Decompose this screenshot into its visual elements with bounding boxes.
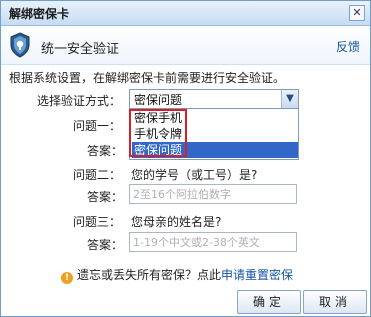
answer3-field[interactable]: [129, 232, 297, 252]
header-band: 统一安全验证 反馈: [1, 26, 370, 65]
answer2-label: 答案：: [87, 190, 124, 204]
dialog-window: 解绑密保卡 ✕ 统一安全验证 反馈 根据系统设置，在解绑密保卡前需要进行安全验证…: [0, 0, 371, 317]
header-title: 统一安全验证: [41, 42, 120, 57]
method-select[interactable]: 密保问题 ▼: [129, 89, 299, 109]
shield-icon: [10, 32, 30, 58]
method-label: 选择验证方式：: [37, 94, 122, 108]
question3-text: 您母亲的姓名是?: [131, 215, 222, 229]
method-selected-value: 密保问题: [134, 93, 183, 107]
reset-link[interactable]: 申请重置密保: [221, 268, 293, 282]
window-title: 解绑密保卡: [9, 7, 70, 21]
cancel-button[interactable]: 取消: [303, 290, 367, 314]
title-bar: 解绑密保卡 ✕: [1, 1, 370, 26]
answer3-input[interactable]: [133, 234, 293, 250]
question2-label: 问题二：: [73, 168, 122, 182]
info-icon: !: [61, 272, 73, 284]
description-text: 根据系统设置，在解绑密保卡前需要进行安全验证。: [9, 71, 286, 85]
question3-label: 问题三：: [73, 215, 122, 229]
question1-label: 问题一：: [73, 119, 122, 133]
question2-text: 您的学号（或工号）是?: [131, 168, 258, 182]
reset-hint: ! 遗忘或丢失所有密保？点此申请重置密保: [61, 266, 293, 284]
chevron-down-icon[interactable]: ▼: [281, 90, 298, 108]
close-icon[interactable]: ✕: [349, 5, 365, 21]
hint-text: 遗忘或丢失所有密保？点此: [77, 268, 222, 282]
ok-button[interactable]: 确定: [237, 290, 301, 314]
answer1-label: 答案：: [87, 144, 124, 158]
answer3-label: 答案：: [87, 238, 124, 252]
answer2-field[interactable]: [129, 184, 297, 204]
highlight-box: [129, 109, 187, 157]
answer2-input[interactable]: [133, 186, 293, 202]
feedback-link[interactable]: 反馈: [336, 38, 360, 55]
